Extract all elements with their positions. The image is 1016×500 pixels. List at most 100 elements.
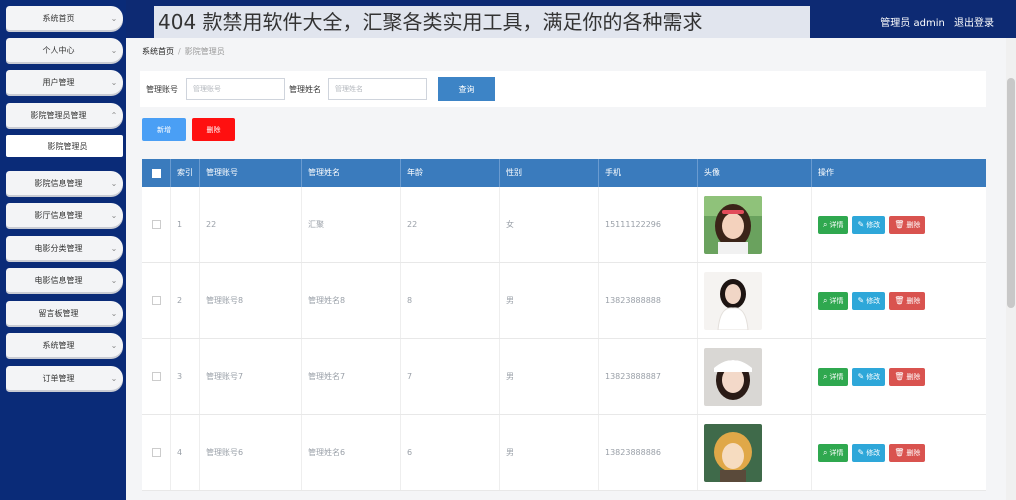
search-icon: ⌕ bbox=[823, 219, 828, 229]
row-select-cell bbox=[142, 187, 171, 262]
cell-actions: ⌕ 详情 ✎ 修改 🗑 删除 bbox=[812, 263, 986, 338]
col-header-age: 年龄 bbox=[401, 159, 500, 187]
sidebar-item-label: 系统管理 bbox=[42, 340, 75, 350]
trash-icon: 🗑 bbox=[894, 220, 905, 229]
chevron-down-icon: ⌄ bbox=[110, 275, 118, 285]
trash-icon: 🗑 bbox=[894, 296, 905, 305]
remove-button[interactable]: 🗑 删除 bbox=[889, 443, 926, 462]
avatar bbox=[704, 195, 762, 254]
row-checkbox[interactable] bbox=[151, 296, 161, 305]
chevron-up-icon: ⌃ bbox=[110, 110, 118, 120]
sidebar-item-cinema-admin-mgmt[interactable]: 影院管理员管理 ⌃ bbox=[6, 103, 123, 127]
edit-button[interactable]: ✎ 修改 bbox=[852, 367, 886, 386]
breadcrumb-home[interactable]: 系统首页 bbox=[142, 47, 174, 56]
name-search-input[interactable] bbox=[328, 78, 427, 100]
sidebar-item-label: 系统首页 bbox=[42, 13, 75, 23]
sidebar-item-message-board[interactable]: 留言板管理 ⌄ bbox=[6, 301, 123, 325]
row-checkbox[interactable] bbox=[151, 372, 161, 381]
cell-name: 管理姓名7 bbox=[302, 339, 401, 414]
sidebar-item-label: 影院管理员管理 bbox=[30, 110, 87, 120]
sidebar-item-users[interactable]: 用户管理 ⌄ bbox=[6, 70, 123, 94]
cell-gender: 男 bbox=[500, 263, 599, 338]
edit-button[interactable]: ✎ 修改 bbox=[852, 215, 886, 234]
avatar bbox=[704, 271, 762, 330]
sidebar-subitem-cinema-admin[interactable]: 影院管理员 bbox=[6, 135, 123, 157]
logout-link[interactable]: 退出登录 bbox=[954, 18, 994, 29]
edit-button[interactable]: ✎ 修改 bbox=[852, 443, 886, 462]
cell-gender: 男 bbox=[500, 415, 599, 490]
name-label: 管理姓名 bbox=[289, 85, 321, 94]
cell-phone: 13823888887 bbox=[599, 339, 698, 414]
cell-avatar bbox=[698, 339, 812, 414]
sidebar-item-cinema-info[interactable]: 影院信息管理 ⌄ bbox=[6, 171, 123, 195]
cell-actions: ⌕ 详情 ✎ 修改 🗑 删除 bbox=[812, 339, 986, 414]
cell-index: 3 bbox=[171, 339, 200, 414]
sidebar-item-label: 影厅信息管理 bbox=[34, 210, 83, 220]
cell-gender: 女 bbox=[500, 187, 599, 262]
detail-button[interactable]: ⌕ 详情 bbox=[818, 367, 849, 386]
trash-icon: 🗑 bbox=[894, 372, 905, 381]
sidebar-item-movie-category[interactable]: 电影分类管理 ⌄ bbox=[6, 236, 123, 260]
chevron-down-icon: ⌄ bbox=[110, 210, 118, 220]
remove-button[interactable]: 🗑 删除 bbox=[889, 215, 926, 234]
account-search-input[interactable] bbox=[186, 78, 285, 100]
cell-phone: 13823888888 bbox=[599, 263, 698, 338]
remove-label: 删除 bbox=[906, 448, 921, 457]
chevron-down-icon: ⌄ bbox=[110, 77, 118, 87]
edit-label: 修改 bbox=[866, 220, 881, 229]
sidebar-item-label: 用户管理 bbox=[42, 77, 75, 87]
scrollbar-thumb[interactable] bbox=[1007, 78, 1015, 308]
sidebar-item-home[interactable]: 系统首页 ⌄ bbox=[6, 6, 123, 30]
sidebar-item-label: 影院信息管理 bbox=[34, 178, 83, 188]
search-icon: ⌕ bbox=[823, 371, 828, 381]
detail-label: 详情 bbox=[829, 220, 844, 229]
chevron-down-icon: ⌄ bbox=[110, 243, 118, 253]
add-button[interactable]: 新增 bbox=[142, 118, 186, 141]
pencil-icon: ✎ bbox=[857, 448, 865, 457]
col-header-name: 管理姓名 bbox=[302, 159, 401, 187]
header-user-area: 管理员 admin 退出登录 bbox=[874, 14, 994, 29]
detail-label: 详情 bbox=[829, 448, 844, 457]
cell-account: 管理账号8 bbox=[200, 263, 302, 338]
query-button[interactable]: 查询 bbox=[438, 77, 495, 101]
vertical-scrollbar[interactable] bbox=[1006, 38, 1016, 500]
detail-button[interactable]: ⌕ 详情 bbox=[818, 443, 849, 462]
sidebar-item-orders[interactable]: 订单管理 ⌄ bbox=[6, 366, 123, 390]
pencil-icon: ✎ bbox=[857, 372, 865, 381]
sidebar-item-label: 个人中心 bbox=[42, 45, 75, 55]
sidebar-item-system[interactable]: 系统管理 ⌄ bbox=[6, 333, 123, 357]
detail-button[interactable]: ⌕ 详情 bbox=[818, 291, 849, 310]
trash-icon: 🗑 bbox=[894, 448, 905, 457]
sidebar-item-hall-info[interactable]: 影厅信息管理 ⌄ bbox=[6, 203, 123, 227]
sidebar-item-movie-info[interactable]: 电影信息管理 ⌄ bbox=[6, 268, 123, 292]
cell-account: 管理账号6 bbox=[200, 415, 302, 490]
remove-label: 删除 bbox=[906, 220, 921, 229]
row-select-cell bbox=[142, 415, 171, 490]
col-header-avatar: 头像 bbox=[698, 159, 812, 187]
sidebar-item-profile[interactable]: 个人中心 ⌄ bbox=[6, 38, 123, 62]
sidebar-item-label: 电影信息管理 bbox=[34, 275, 83, 285]
sidebar-item-label: 留言板管理 bbox=[38, 308, 79, 318]
cell-age: 8 bbox=[401, 263, 500, 338]
avatar bbox=[704, 423, 762, 482]
remove-button[interactable]: 🗑 删除 bbox=[889, 291, 926, 310]
row-checkbox[interactable] bbox=[151, 448, 161, 457]
delete-button[interactable]: 删除 bbox=[192, 118, 235, 141]
cell-index: 4 bbox=[171, 415, 200, 490]
detail-button[interactable]: ⌕ 详情 bbox=[818, 215, 849, 234]
select-all-checkbox[interactable] bbox=[151, 168, 161, 178]
remove-button[interactable]: 🗑 删除 bbox=[889, 367, 926, 386]
row-checkbox[interactable] bbox=[151, 220, 161, 229]
chevron-down-icon: ⌄ bbox=[110, 178, 118, 188]
pencil-icon: ✎ bbox=[857, 296, 865, 305]
chevron-down-icon: ⌄ bbox=[110, 308, 118, 318]
select-all-cell bbox=[142, 159, 171, 187]
cell-age: 7 bbox=[401, 339, 500, 414]
cell-phone: 15111122296 bbox=[599, 187, 698, 262]
table-row: 2 管理账号8 管理姓名8 8 男 13823888888 ⌕ 详情 ✎ 修改 🗑 删… bbox=[142, 263, 986, 339]
col-header-index: 索引 bbox=[171, 159, 200, 187]
col-header-actions: 操作 bbox=[818, 168, 834, 177]
edit-button[interactable]: ✎ 修改 bbox=[852, 291, 886, 310]
chevron-down-icon: ⌄ bbox=[110, 373, 118, 383]
row-select-cell bbox=[142, 263, 171, 338]
